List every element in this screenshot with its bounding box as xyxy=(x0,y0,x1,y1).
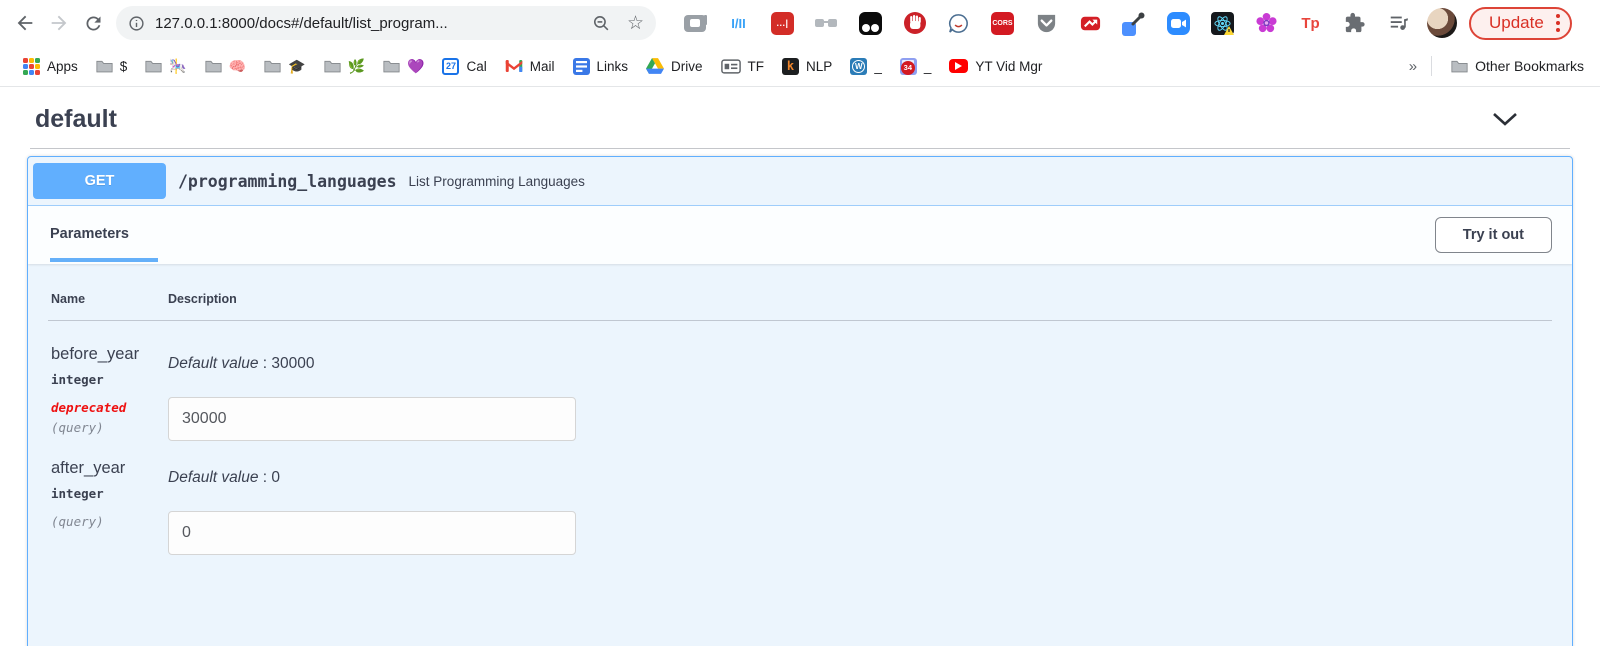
bookmark-star-icon[interactable]: ☆ xyxy=(627,14,644,33)
page-title: default xyxy=(35,105,117,134)
dark-reader-icon[interactable] xyxy=(858,11,883,36)
bookmark-yt-vid-mgr[interactable]: YT Vid Mgr xyxy=(940,52,1051,80)
url-text[interactable]: 127.0.0.1:8000/docs#/default/list_progra… xyxy=(155,15,592,32)
apps-grid-icon xyxy=(23,58,40,75)
bookmark-folder-purpleheart[interactable]: 💜 xyxy=(374,52,433,80)
folder-icon xyxy=(264,59,281,73)
param-deprecated-badge: deprecated xyxy=(51,400,168,415)
profile-avatar[interactable] xyxy=(1427,8,1457,38)
lastpass-icon[interactable]: ...| xyxy=(770,11,795,36)
react-devtools-icon[interactable] xyxy=(1210,11,1235,36)
update-label: Update xyxy=(1489,13,1544,33)
table-row: after_year integer (query) Default value… xyxy=(48,441,1552,555)
bookmark-folder-gradcap[interactable]: 🎓 xyxy=(255,52,314,80)
folder-icon xyxy=(1451,59,1468,73)
param-default-value: Default value : 0 xyxy=(168,469,1552,487)
bookmark-apps[interactable]: Apps xyxy=(14,52,87,80)
folder-icon xyxy=(145,59,162,73)
bookmark-folder-brain[interactable]: 🧠 xyxy=(196,52,255,80)
zoom-out-icon[interactable] xyxy=(592,14,611,33)
get-endpoint-block: GET /programming_languages List Programm… xyxy=(27,156,1573,646)
swagger-docs-page: default GET /programming_languages List … xyxy=(0,87,1600,646)
bookmark-drive[interactable]: Drive xyxy=(637,52,712,80)
folder-icon xyxy=(96,59,113,73)
endpoint-summary-text: List Programming Languages xyxy=(409,174,585,189)
endpoint-path: /programming_languages xyxy=(178,172,397,191)
param-default-value: Default value : 30000 xyxy=(168,355,1552,373)
folder-icon xyxy=(324,59,341,73)
table-row: before_year integer deprecated (query) D… xyxy=(48,321,1552,441)
adblock-hand-icon[interactable] xyxy=(902,11,927,36)
screen-capture-icon[interactable] xyxy=(682,11,707,36)
flower-icon[interactable] xyxy=(1254,11,1279,36)
bookmark-wordpress[interactable]: W _ xyxy=(841,52,891,80)
site-info-icon[interactable] xyxy=(128,15,145,32)
param-location: (query) xyxy=(51,420,168,435)
puzzle-extensions-icon[interactable] xyxy=(1342,11,1367,36)
after-year-input[interactable] xyxy=(168,511,576,555)
bookmarks-separator xyxy=(1431,56,1432,76)
gcal-icon: 27 xyxy=(442,58,459,75)
try-it-out-button[interactable]: Try it out xyxy=(1435,217,1552,253)
bookmark-folder-herb[interactable]: 🌿 xyxy=(315,52,374,80)
links-icon xyxy=(573,58,590,75)
calendar-34-icon: 34 xyxy=(900,58,917,75)
address-bar[interactable]: 127.0.0.1:8000/docs#/default/list_progra… xyxy=(116,6,656,40)
description-column-header: Description xyxy=(168,292,237,306)
bookmark-folder-carousel[interactable]: 🎠 xyxy=(136,52,195,80)
section-divider xyxy=(30,148,1570,149)
param-type: integer xyxy=(51,372,168,387)
bookmarks-bar: Apps $ 🎠 🧠 🎓 🌿 💜 27 Cal Mail xyxy=(0,46,1600,87)
tampermonkey-tp-icon[interactable]: Tp xyxy=(1298,11,1323,36)
redirect-arrow-icon[interactable] xyxy=(1078,11,1103,36)
before-year-input[interactable] xyxy=(168,397,576,441)
parameters-body: Name Description before_year integer dep… xyxy=(28,264,1572,573)
forward-button[interactable] xyxy=(42,6,76,40)
param-name: after_year xyxy=(51,459,168,478)
color-picker-icon[interactable] xyxy=(1122,11,1147,36)
tag-section-header[interactable]: default xyxy=(0,87,1600,146)
youtube-icon xyxy=(949,59,968,73)
back-button[interactable] xyxy=(8,6,42,40)
zoom-camera-icon[interactable] xyxy=(1166,11,1191,36)
parameters-table: Name Description before_year integer dep… xyxy=(48,282,1552,555)
reload-button[interactable] xyxy=(76,6,110,40)
bookmarks-overflow-chevron[interactable]: » xyxy=(1405,58,1421,75)
param-name: before_year xyxy=(51,345,168,364)
update-button[interactable]: Update xyxy=(1469,7,1572,40)
extensions-row: I/II ...| xyxy=(682,11,1411,36)
pocket-icon[interactable] xyxy=(1034,11,1059,36)
wordpress-icon: W xyxy=(850,58,867,75)
chevron-down-icon[interactable] xyxy=(1492,112,1518,127)
browser-toolbar: 127.0.0.1:8000/docs#/default/list_progra… xyxy=(0,0,1600,46)
music-playlist-icon[interactable] xyxy=(1386,11,1411,36)
tf-card-icon xyxy=(721,59,741,74)
param-type: integer xyxy=(51,486,168,501)
tab-parameters[interactable]: Parameters xyxy=(50,208,159,262)
bookmark-tf[interactable]: TF xyxy=(712,52,774,80)
split-bars-icon[interactable]: I/II xyxy=(726,11,751,36)
glasses-icon[interactable] xyxy=(814,11,839,36)
name-column-header: Name xyxy=(51,292,168,306)
http-method-badge: GET xyxy=(33,163,166,199)
endpoint-summary-row[interactable]: GET /programming_languages List Programm… xyxy=(28,157,1572,206)
chat-bubble-icon[interactable] xyxy=(946,11,971,36)
folder-icon xyxy=(205,59,222,73)
other-bookmarks[interactable]: Other Bookmarks xyxy=(1442,52,1586,80)
parameters-table-header: Name Description xyxy=(48,282,1552,321)
bookmark-nlp[interactable]: k NLP xyxy=(773,52,841,80)
cors-icon[interactable]: CORS xyxy=(990,11,1015,36)
bookmark-folder-dollar[interactable]: $ xyxy=(87,52,137,80)
bookmark-mail[interactable]: Mail xyxy=(496,52,564,80)
gmail-icon xyxy=(505,59,523,73)
keras-icon: k xyxy=(782,58,799,75)
gdrive-icon xyxy=(646,58,664,74)
bookmark-links[interactable]: Links xyxy=(564,52,638,80)
folder-icon xyxy=(383,59,400,73)
bookmark-cal34[interactable]: 34 _ xyxy=(891,52,941,80)
param-location: (query) xyxy=(51,514,168,529)
browser-menu-icon[interactable] xyxy=(1556,14,1560,32)
bookmark-calendar[interactable]: 27 Cal xyxy=(433,52,495,80)
parameters-section-header: Parameters Try it out xyxy=(28,206,1572,264)
